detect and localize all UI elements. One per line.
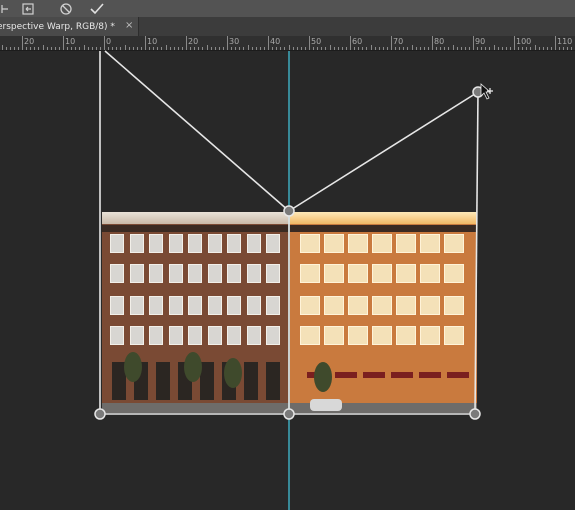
pin-bottom-middle[interactable] <box>283 408 295 420</box>
pin-top-middle[interactable] <box>283 205 295 217</box>
pin-bottom-left[interactable] <box>94 408 106 420</box>
pin-bottom-right[interactable] <box>469 408 481 420</box>
move-cursor-icon <box>480 83 493 100</box>
warp-overlay <box>94 50 493 510</box>
quad-right-edge[interactable] <box>474 91 479 415</box>
quad-right-top-edge[interactable] <box>288 91 479 212</box>
quad-left-top-edge[interactable] <box>104 50 290 212</box>
